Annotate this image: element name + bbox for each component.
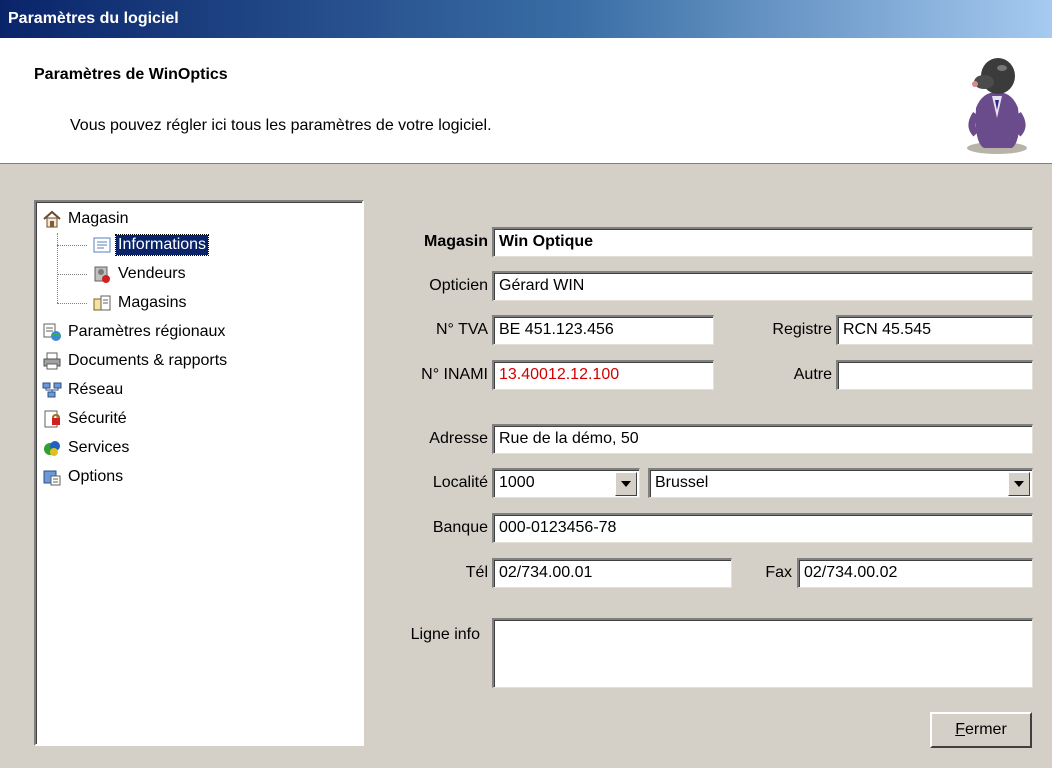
tel-label: Tél: [465, 564, 488, 581]
tree-connector: [57, 274, 87, 275]
inami-field[interactable]: 13.40012.12.100: [492, 360, 714, 390]
chevron-down-icon[interactable]: [1008, 472, 1030, 496]
tree-item-vendeurs[interactable]: Vendeurs: [92, 262, 188, 286]
tree-item-label: Magasin: [68, 210, 129, 227]
tree-connector: [57, 233, 58, 303]
postal-code-combo[interactable]: 1000: [492, 468, 640, 498]
localite-label: Localité: [432, 474, 488, 491]
tree-item-securite[interactable]: Sécurité: [42, 407, 129, 431]
city-combo[interactable]: Brussel: [648, 468, 1033, 498]
regional-icon: [43, 323, 61, 341]
header-panel: Paramètres de WinOptics Vous pouvez régl…: [0, 38, 1052, 164]
printer-icon: [43, 352, 61, 370]
tva-field[interactable]: BE 451.123.456: [492, 315, 714, 345]
network-icon: [42, 382, 62, 398]
tree-item-reseau[interactable]: Réseau: [42, 378, 125, 402]
fax-field[interactable]: 02/734.00.02: [797, 558, 1033, 588]
inami-label: N° INAMI: [421, 366, 488, 383]
tree-item-label: Vendeurs: [118, 265, 186, 282]
security-icon: [44, 410, 60, 428]
tree-item-label: Services: [68, 439, 130, 456]
postal-code-value: 1000: [499, 474, 535, 491]
tree-connector: [57, 303, 87, 304]
ligne-info-label: Ligne info: [410, 626, 480, 643]
tree-item-informations[interactable]: Informations: [92, 233, 210, 257]
settings-tree[interactable]: Magasin Informations Vendeurs Magasins P…: [34, 200, 364, 746]
close-button-label: ermer: [965, 721, 1007, 738]
tree-item-label: Paramètres régionaux: [68, 323, 226, 340]
adresse-label: Adresse: [429, 430, 488, 447]
tree-item-label: Réseau: [68, 381, 124, 398]
tree-item-parametres-regionaux[interactable]: Paramètres régionaux: [42, 320, 227, 344]
opticien-field[interactable]: Gérard WIN: [492, 271, 1033, 301]
home-icon: [43, 210, 61, 228]
close-button-mnemonic: F: [955, 721, 965, 738]
tree-item-label: Sécurité: [68, 410, 127, 427]
tree-item-documents-rapports[interactable]: Documents & rapports: [42, 349, 229, 373]
banque-label: Banque: [432, 519, 488, 536]
stores-icon: [93, 295, 111, 311]
tree-item-magasins[interactable]: Magasins: [92, 291, 188, 315]
info-card-icon: [93, 237, 111, 253]
tree-item-label: Options: [68, 468, 124, 485]
tel-field[interactable]: 02/734.00.01: [492, 558, 732, 588]
tree-item-label: Magasins: [118, 294, 187, 311]
tree-item-label: Documents & rapports: [68, 352, 228, 369]
mole-mascot-icon: [967, 58, 1027, 154]
tree-item-label: Informations: [114, 234, 210, 256]
tree-item-options[interactable]: Options: [42, 465, 125, 489]
tree-item-services[interactable]: Services: [42, 436, 131, 460]
banque-field[interactable]: 000-0123456-78: [492, 513, 1033, 543]
autre-label: Autre: [793, 366, 832, 383]
ligne-info-field[interactable]: [492, 618, 1033, 688]
magasin-label: Magasin: [423, 233, 488, 250]
autre-field[interactable]: [836, 360, 1033, 390]
users-icon: [94, 266, 110, 283]
registre-label: Registre: [772, 321, 832, 338]
chevron-down-icon[interactable]: [615, 472, 637, 496]
tva-label: N° TVA: [435, 321, 488, 338]
opticien-label: Opticien: [429, 277, 488, 294]
tree-connector: [57, 245, 87, 246]
city-value: Brussel: [655, 474, 709, 491]
header-subtitle: Vous pouvez régler ici tous les paramètr…: [70, 117, 492, 134]
close-button[interactable]: Fermer: [930, 712, 1032, 748]
registre-field[interactable]: RCN 45.545: [836, 315, 1033, 345]
services-icon: [44, 441, 60, 456]
window-title: Paramètres du logiciel: [0, 0, 1052, 38]
tree-item-magasin[interactable]: Magasin: [42, 207, 130, 231]
fax-label: Fax: [765, 564, 792, 581]
adresse-field[interactable]: Rue de la démo, 50: [492, 424, 1033, 454]
header-title: Paramètres de WinOptics: [34, 66, 228, 83]
magasin-field[interactable]: Win Optique: [492, 227, 1033, 257]
options-icon: [43, 470, 61, 486]
